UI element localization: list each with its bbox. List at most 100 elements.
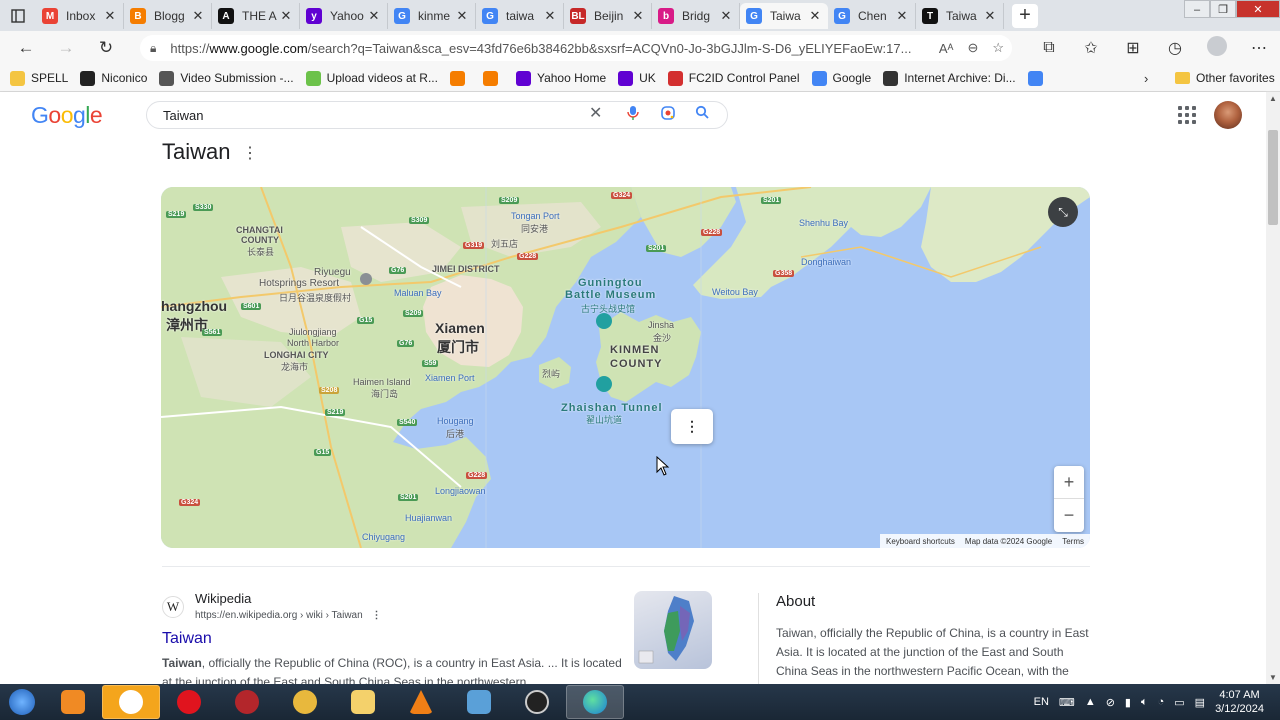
- tab[interactable]: BL Beijin ✕: [564, 3, 652, 29]
- start-button[interactable]: [0, 684, 44, 720]
- tab[interactable]: M Inbox ✕: [36, 3, 124, 29]
- taskbar-app-yellow[interactable]: [102, 685, 160, 719]
- refresh-button[interactable]: ↻: [86, 31, 126, 65]
- tab-close-icon[interactable]: ✕: [808, 8, 822, 24]
- back-button[interactable]: ←: [6, 31, 46, 65]
- history-icon[interactable]: ◷: [1154, 38, 1196, 58]
- read-aloud-icon[interactable]: Aᴬ: [939, 41, 954, 56]
- tab-close-icon[interactable]: ✕: [631, 8, 645, 24]
- tab-close-icon[interactable]: ✕: [983, 8, 997, 24]
- favorite-item[interactable]: SPELL: [10, 70, 68, 86]
- tab[interactable]: G Chen ✕: [828, 3, 916, 29]
- tab[interactable]: A THE A ✕: [212, 3, 300, 29]
- tab[interactable]: G Taiwa ✕: [740, 3, 828, 29]
- tab[interactable]: y Yahoo ✕: [300, 3, 388, 29]
- other-favorites-folder[interactable]: Other favorites: [1175, 71, 1275, 85]
- tab-close-icon[interactable]: ✕: [103, 8, 117, 24]
- tab[interactable]: Gkinme ✕: [388, 3, 476, 29]
- scroll-up-icon[interactable]: ▲: [1269, 94, 1277, 103]
- mic-icon[interactable]: [627, 105, 639, 124]
- lens-icon[interactable]: [660, 105, 676, 124]
- more-options-icon[interactable]: ⋮: [242, 143, 258, 163]
- taskbar-edge[interactable]: [566, 685, 624, 719]
- map-menu-button[interactable]: ⋮: [671, 409, 713, 444]
- taiwan-map-thumbnail[interactable]: [634, 591, 712, 669]
- scroll-down-icon[interactable]: ▼: [1269, 673, 1277, 682]
- tab-close-icon[interactable]: ✕: [279, 8, 293, 24]
- taskbar-app-red[interactable]: [218, 685, 276, 719]
- taskbar-vlc[interactable]: [392, 685, 450, 719]
- network-icon[interactable]: ▮: [1125, 696, 1131, 709]
- zoom-in-button[interactable]: +: [1054, 466, 1084, 499]
- forward-button[interactable]: →: [46, 31, 86, 65]
- collections-icon[interactable]: ⊞: [1112, 38, 1154, 58]
- favorite-item[interactable]: Niconico: [80, 70, 147, 86]
- resort-pin-icon[interactable]: [360, 273, 372, 285]
- tab[interactable]: Gtaiwa ✕: [476, 3, 564, 29]
- taskbar-opera[interactable]: [160, 685, 218, 719]
- chevron-right-icon[interactable]: ›: [1144, 71, 1148, 86]
- favorite-item[interactable]: FC2ID Control Panel: [667, 70, 800, 86]
- favorite-item[interactable]: Yahoo Home: [515, 70, 606, 86]
- tab-close-icon[interactable]: ✕: [543, 8, 557, 24]
- zoom-icon[interactable]: ⊖: [967, 40, 978, 56]
- close-window-button[interactable]: ✕: [1236, 0, 1280, 18]
- result-options-icon[interactable]: ⋮: [371, 610, 381, 621]
- favorite-item[interactable]: [1027, 70, 1049, 86]
- power-icon[interactable]: ▭: [1174, 696, 1184, 709]
- taskbar-clock[interactable]: 4:07 AM 3/12/2024: [1215, 688, 1264, 716]
- result-cite[interactable]: https://en.wikipedia.org › wiki › Taiwan…: [195, 610, 381, 621]
- favorite-item[interactable]: [482, 70, 504, 86]
- zoom-out-button[interactable]: −: [1054, 499, 1084, 532]
- tab-close-icon[interactable]: ✕: [719, 8, 733, 24]
- result-source[interactable]: Wikipedia: [195, 591, 251, 606]
- favorites-icon[interactable]: ✩: [1070, 38, 1112, 58]
- tab-close-icon[interactable]: ✕: [455, 8, 469, 24]
- extensions-icon[interactable]: ⧉: [1028, 39, 1070, 57]
- restore-button[interactable]: ❐: [1210, 0, 1236, 18]
- google-apps-icon[interactable]: [1178, 106, 1196, 124]
- taskbar-obs[interactable]: [508, 685, 566, 719]
- notification-icon[interactable]: ▤: [1195, 696, 1205, 709]
- tab[interactable]: T Taiwa ✕: [916, 3, 1004, 29]
- scrollbar-thumb[interactable]: [1268, 130, 1278, 225]
- result-title-link[interactable]: Taiwan: [162, 630, 212, 648]
- show-hidden-icons-icon[interactable]: ▲: [1085, 696, 1096, 708]
- address-field[interactable]: 🔒︎ https://www.google.com/search?q=Taiwa…: [140, 35, 1012, 61]
- add-favorite-icon[interactable]: ☆: [992, 40, 1004, 56]
- map-widget[interactable]: CHANGTAI COUNTY 长泰县 Riyuegu Hotsprings R…: [161, 187, 1090, 548]
- keyboard-shortcuts-link[interactable]: Keyboard shortcuts: [886, 537, 955, 546]
- google-logo[interactable]: Google: [31, 102, 103, 129]
- new-tab-button[interactable]: +: [1012, 3, 1038, 28]
- account-avatar[interactable]: [1214, 101, 1242, 129]
- tunnel-pin-icon[interactable]: [596, 376, 612, 392]
- search-input[interactable]: Taiwan ✕: [146, 101, 728, 129]
- taskbar-file-explorer[interactable]: [334, 685, 392, 719]
- security-icon[interactable]: ⊘: [1106, 696, 1115, 709]
- favorite-item[interactable]: Google: [811, 70, 871, 86]
- favorite-item[interactable]: Upload videos at R...: [305, 70, 438, 86]
- terms-link[interactable]: Terms: [1062, 537, 1084, 546]
- search-icon[interactable]: [695, 105, 709, 122]
- favorite-item[interactable]: UK: [618, 70, 656, 86]
- favorite-item[interactable]: Video Submission -...: [159, 70, 294, 86]
- favorite-item[interactable]: Internet Archive: Di...: [883, 70, 1016, 86]
- profile-button[interactable]: [1196, 35, 1238, 61]
- favorite-item[interactable]: [449, 70, 471, 86]
- wifi-icon[interactable]: ◔: [1158, 696, 1165, 708]
- keyboard-icon[interactable]: ⌨: [1059, 696, 1075, 709]
- volume-icon[interactable]: 🔈︎: [1141, 696, 1148, 709]
- clear-icon[interactable]: ✕: [589, 103, 602, 123]
- more-menu-icon[interactable]: ⋯: [1238, 38, 1280, 58]
- page-scrollbar[interactable]: ▲ ▼: [1266, 92, 1280, 684]
- tab-actions-button[interactable]: [0, 0, 36, 31]
- museum-pin-icon[interactable]: [596, 313, 612, 329]
- language-indicator[interactable]: EN: [1034, 696, 1049, 708]
- tab-close-icon[interactable]: ✕: [367, 8, 381, 24]
- taskbar-app-blue[interactable]: [450, 685, 508, 719]
- minimize-button[interactable]: –: [1184, 0, 1210, 18]
- tab-close-icon[interactable]: ✕: [895, 8, 909, 24]
- tab-close-icon[interactable]: ✕: [191, 8, 205, 24]
- taskbar-app-gold[interactable]: [276, 685, 334, 719]
- fullscreen-button[interactable]: ⤡: [1048, 197, 1078, 227]
